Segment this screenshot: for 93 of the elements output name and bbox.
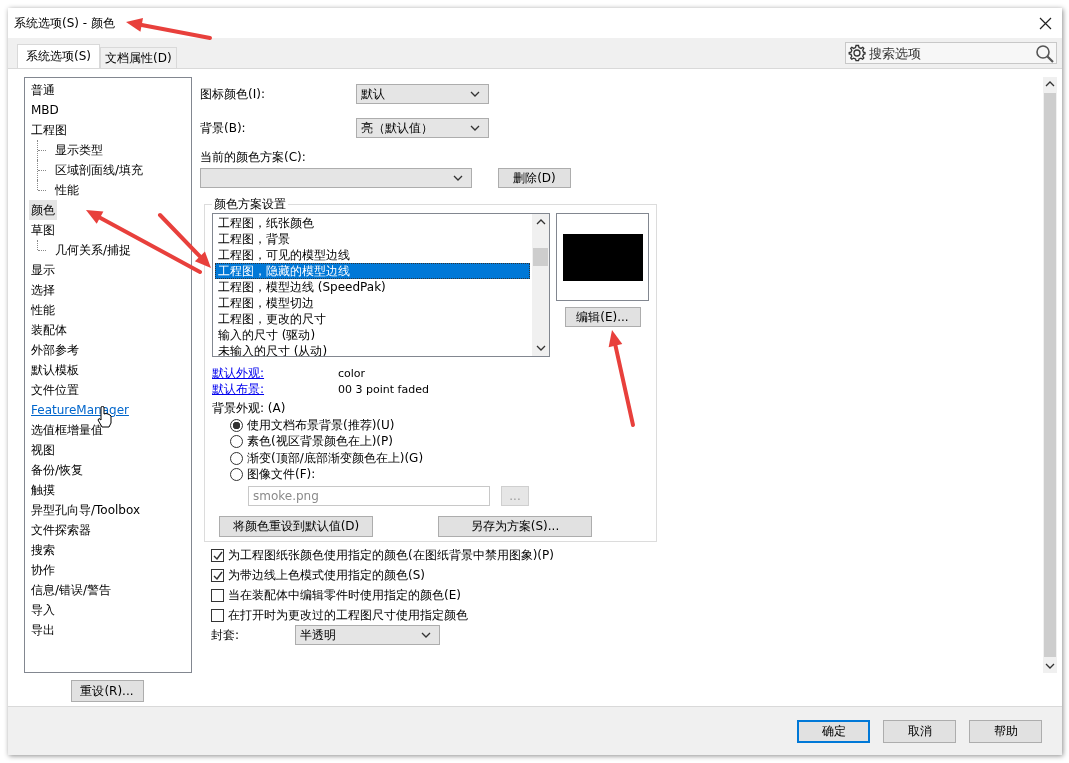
delete-button[interactable]: 删除(D) — [498, 168, 571, 188]
field-value: color — [338, 366, 366, 380]
scheme-item[interactable]: 工程图，更改的尺寸 — [215, 311, 530, 327]
checkbox[interactable] — [211, 568, 224, 582]
checkbox[interactable] — [211, 608, 224, 622]
tree-item[interactable]: 显示 — [29, 260, 57, 280]
field-label: 当前的颜色方案(C): — [200, 149, 306, 163]
dropdown[interactable]: 亮（默认值） — [356, 118, 489, 138]
option-label: 为带边线上色模式使用指定的颜色(S) — [228, 566, 425, 584]
option-label: 在打开时为更改过的工程图尺寸使用指定颜色 — [228, 606, 468, 624]
edit-button[interactable]: 编辑(E)... — [564, 307, 641, 327]
tree-item[interactable]: 显示类型 — [53, 140, 105, 160]
radio-button[interactable] — [230, 418, 243, 432]
tree-item[interactable]: 导出 — [29, 620, 57, 640]
dropdown[interactable]: 半透明 — [295, 625, 440, 645]
radio-button[interactable] — [230, 451, 243, 465]
search-bar[interactable]: 搜索选项 — [845, 42, 1057, 64]
tree-item[interactable]: 视图 — [29, 440, 57, 460]
link[interactable]: 默认布景: — [212, 380, 338, 398]
chevron-up-icon — [535, 218, 546, 226]
tree-item[interactable]: 装配体 — [29, 320, 69, 340]
search-icon[interactable] — [1035, 43, 1054, 63]
scheme-item[interactable]: 工程图，纸张颜色 — [215, 215, 530, 231]
scheme-item[interactable]: 工程图，背景 — [215, 231, 530, 247]
chevron-down-icon — [470, 90, 480, 98]
option-label: 使用文档布景背景(推荐)(U) — [247, 416, 395, 434]
chevron-down-icon — [421, 631, 431, 639]
chevron-down-icon — [535, 344, 546, 352]
chevron-down-icon — [1045, 662, 1055, 670]
scrollbar-thumb[interactable] — [533, 248, 548, 266]
tree-item[interactable]: 区域剖面线/填充 — [53, 160, 146, 180]
tab[interactable]: 文档属性(D) — [100, 47, 177, 68]
field-label: 背景(B): — [200, 119, 247, 137]
option-label: 渐变(顶部/底部渐变颜色在上)(G) — [247, 449, 424, 467]
settings-icon[interactable] — [848, 44, 866, 62]
tab[interactable]: 系统选项(S) — [17, 44, 100, 68]
tree-item[interactable]: 几何关系/捕捉 — [53, 240, 134, 260]
scrollbar[interactable] — [532, 214, 549, 356]
field-value: 00 3 point faded — [338, 382, 429, 396]
link[interactable]: 默认外观: — [212, 364, 338, 382]
tree-item[interactable]: 性能 — [53, 180, 81, 200]
tree-item[interactable]: 搜索 — [29, 540, 57, 560]
tree-item[interactable]: 导入 — [29, 600, 57, 620]
tree-item[interactable]: 普通 — [29, 80, 57, 100]
checkbox[interactable] — [211, 588, 224, 602]
field-label: 封套: — [211, 626, 241, 644]
reset-button[interactable]: 重设(R)... — [70, 680, 144, 702]
radio-button[interactable] — [230, 435, 243, 449]
group-title: 颜色方案设置 — [213, 196, 287, 213]
window-title: 系统选项(S) - 颜色 — [14, 14, 115, 32]
tree-item[interactable]: 选值框增量值 — [29, 420, 105, 440]
field-label: 图标颜色(I): — [200, 85, 266, 103]
tree-item[interactable]: 选择 — [29, 280, 57, 300]
scheme-item[interactable]: 工程图，隐藏的模型边线 — [215, 263, 530, 279]
close-icon[interactable] — [1039, 16, 1052, 30]
option-label: 图像文件(F): — [247, 466, 316, 484]
radio-button[interactable] — [230, 468, 243, 482]
tree-item[interactable]: 文件探索器 — [29, 520, 93, 540]
chevron-down-icon — [453, 174, 463, 182]
tree-item[interactable]: 工程图 — [29, 120, 69, 140]
option-label: 为工程图纸张颜色使用指定的颜色(在图纸背景中禁用图象)(P) — [228, 546, 554, 564]
tree-item[interactable]: 颜色 — [29, 200, 57, 220]
dropdown[interactable]: 默认 — [356, 84, 489, 104]
option-label: 素色(视区背景颜色在上)(P) — [247, 433, 393, 451]
checkbox[interactable] — [211, 548, 224, 562]
tree-item[interactable]: 默认模板 — [29, 360, 81, 380]
tree-item[interactable]: MBD — [29, 100, 61, 120]
search-field[interactable]: 搜索选项 — [869, 45, 1032, 61]
scrollbar[interactable] — [1043, 77, 1057, 673]
scheme-item[interactable]: 未输入的尺寸 (从动) — [215, 343, 530, 356]
scheme-item[interactable]: 工程图，模型切边 — [215, 295, 530, 311]
tree-item[interactable]: 文件位置 — [29, 380, 81, 400]
chevron-down-icon — [470, 124, 480, 132]
field-label: 背景外观: (A) — [212, 399, 286, 417]
tree-item[interactable]: 异型孔向导/Toolbox — [29, 500, 143, 520]
tree-item[interactable]: 备份/恢复 — [29, 460, 86, 480]
tree-item[interactable]: 触摸 — [29, 480, 57, 500]
scheme-item[interactable]: 输入的尺寸 (驱动) — [215, 327, 530, 343]
save-scheme-button[interactable]: 另存为方案(S)... — [438, 516, 592, 537]
dialog-button[interactable]: 取消 — [883, 719, 956, 743]
tree-item[interactable]: 性能 — [29, 300, 57, 320]
scheme-item[interactable]: 工程图，可见的模型边线 — [215, 247, 530, 263]
tree-item[interactable]: 外部参考 — [29, 340, 81, 360]
option-label: 当在装配体中编辑零件时使用指定的颜色(E) — [228, 586, 461, 604]
tree-item[interactable]: 信息/错误/警告 — [29, 580, 114, 600]
dialog-button[interactable]: 确定 — [797, 719, 870, 743]
reset-colors-button[interactable]: 将颜色重设到默认值(D) — [219, 516, 373, 537]
tree-item[interactable]: FeatureManager — [29, 400, 131, 420]
tree-item[interactable]: 草图 — [29, 220, 57, 240]
chevron-up-icon — [1045, 80, 1055, 88]
scheme-item[interactable]: 工程图，模型边线 (SpeedPak) — [215, 279, 530, 295]
tree-item[interactable]: 协作 — [29, 560, 57, 580]
dialog-button[interactable]: 帮助 — [969, 719, 1042, 743]
